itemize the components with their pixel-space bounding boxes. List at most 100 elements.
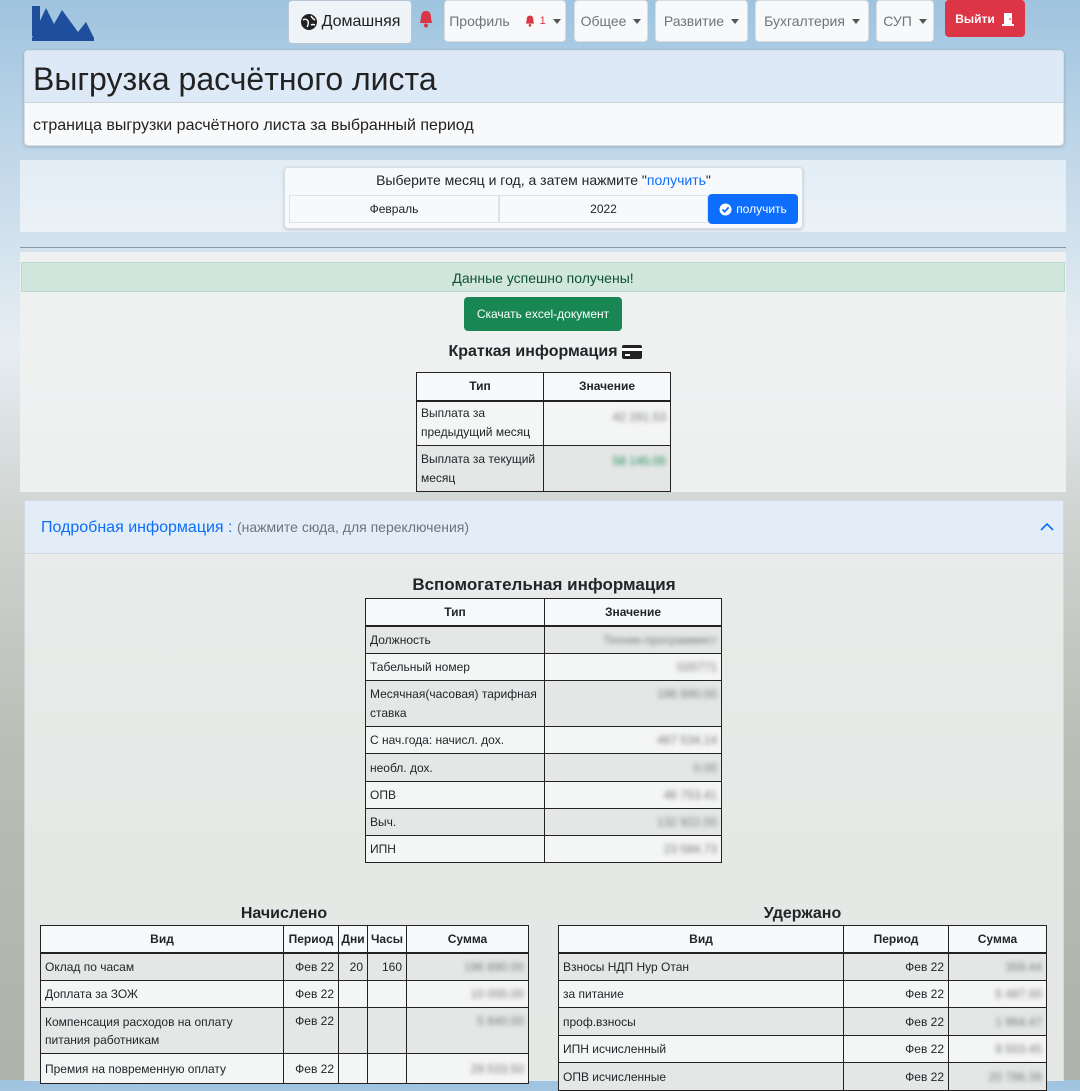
table-row: необл. дох. 0.00 bbox=[365, 753, 722, 782]
table-row: ОПВ 46 753.41 bbox=[365, 781, 722, 809]
row-value: 42 281.53 bbox=[612, 409, 666, 424]
nav-accounting-dropdown[interactable]: Бухгалтерия bbox=[755, 0, 869, 42]
row-type: Выплата за предыдущий месяц bbox=[416, 400, 544, 446]
row-type: Выч. bbox=[365, 808, 545, 836]
row-period: Фев 22 bbox=[843, 952, 949, 981]
row-type: Премия на повременную оплату bbox=[40, 1053, 284, 1084]
row-type: за питание bbox=[558, 980, 844, 1008]
row-type: Компенсация расходов на оплату питания р… bbox=[40, 1007, 284, 1054]
aux-info-table: Тип Значение Должность Техник-программист… bbox=[365, 598, 722, 863]
row-type: Месячная(часовая) тарифная ставка bbox=[365, 680, 545, 727]
row-sum: 5 840.00 bbox=[477, 1014, 524, 1028]
row-hours: 160 bbox=[367, 952, 407, 981]
column-header: Дни bbox=[338, 925, 368, 954]
deducted-title: Удержано bbox=[763, 905, 842, 922]
column-header: Значение bbox=[543, 372, 671, 402]
nav-profile-dropdown[interactable]: Профиль 1 bbox=[444, 0, 566, 42]
short-info-heading: Краткая информация bbox=[420, 343, 670, 361]
profile-notification-count: 1 bbox=[539, 15, 546, 27]
row-sum: 29 533.50 bbox=[470, 1061, 524, 1076]
download-excel-button[interactable]: Скачать excel-документ bbox=[464, 297, 622, 331]
row-period: Фев 22 bbox=[843, 1062, 949, 1091]
nav-home-button[interactable]: Домашняя bbox=[288, 0, 412, 44]
notification-bell-icon[interactable] bbox=[418, 10, 436, 30]
details-toggle[interactable]: Подробная информация : (нажмите сюда, дл… bbox=[25, 501, 1063, 554]
row-type: Доплата за ЗОЖ bbox=[40, 980, 284, 1008]
row-period: Фев 22 bbox=[843, 980, 949, 1008]
page-title: Выгрузка расчётного листа bbox=[25, 51, 1063, 103]
row-sum: 359.44 bbox=[1005, 959, 1042, 974]
row-type: Оклад по часам bbox=[40, 952, 284, 981]
table-row: Выч. 132 922.00 bbox=[365, 808, 722, 836]
row-type: С нач.года: начисл. дох. bbox=[365, 726, 545, 754]
chevron-up-icon bbox=[1040, 522, 1054, 531]
row-value: 196 890.00 bbox=[656, 687, 717, 701]
row-hours bbox=[367, 1007, 407, 1054]
row-period: Фев 22 bbox=[283, 980, 339, 1008]
table-row: Премия на повременную оплату Фев 22 29 533… bbox=[40, 1053, 529, 1084]
company-logo[interactable] bbox=[30, 2, 96, 42]
table-row: за питание Фев 22 5 487.00 bbox=[558, 980, 1047, 1008]
chevron-down-icon bbox=[731, 18, 740, 24]
globe-icon bbox=[300, 14, 317, 30]
table-row: Выплата за предыдущий месяц 42 281.53 bbox=[416, 400, 671, 446]
row-type: ОПВ bbox=[365, 781, 545, 809]
nav-development-label: Развитие bbox=[663, 13, 725, 29]
column-header: Тип bbox=[365, 598, 545, 627]
details-label: Подробная информация : bbox=[41, 519, 233, 536]
nav-sup-dropdown[interactable]: СУП bbox=[876, 0, 934, 42]
column-header: Вид bbox=[558, 925, 844, 954]
section-divider bbox=[20, 247, 1066, 248]
row-type: Должность bbox=[365, 625, 545, 654]
row-sum: 5 487.00 bbox=[995, 987, 1042, 1001]
table-row: Доплата за ЗОЖ Фев 22 10 000.00 bbox=[40, 980, 529, 1008]
year-select[interactable]: 2022 bbox=[499, 195, 708, 223]
table-row: С нач.года: начисл. дох. 467 534.14 bbox=[365, 726, 722, 754]
nav-home-label: Домашняя bbox=[321, 13, 401, 30]
table-row: ИПН 23 584.73 bbox=[365, 835, 722, 863]
row-value: 467 534.14 bbox=[656, 733, 717, 747]
row-type: проф.взносы bbox=[558, 1007, 844, 1036]
logout-button[interactable]: Выйти bbox=[945, 0, 1025, 37]
short-info-title: Краткая информация bbox=[448, 343, 618, 360]
row-period: Фев 22 bbox=[283, 1053, 339, 1084]
table-row: Выплата за текущий месяц 58 145.05 bbox=[416, 445, 671, 492]
logout-label: Выйти bbox=[955, 11, 995, 26]
row-days bbox=[338, 1053, 368, 1084]
row-period: Фев 22 bbox=[843, 1035, 949, 1063]
table-row: Оклад по часам Фев 22 20 160 196 890.00 bbox=[40, 952, 529, 981]
row-sum: 9 503.45 bbox=[995, 1042, 1042, 1056]
get-payslip-button[interactable]: получить bbox=[708, 194, 798, 224]
row-type: ОПВ исчисленные bbox=[558, 1062, 844, 1091]
success-alert: Данные успешно получены! bbox=[21, 262, 1065, 292]
row-value: Техник-программист bbox=[603, 632, 717, 647]
row-hours bbox=[367, 1053, 407, 1084]
nav-accounting-label: Бухгалтерия bbox=[764, 13, 845, 29]
table-row: Должность Техник-программист bbox=[365, 625, 722, 654]
nav-general-dropdown[interactable]: Общее bbox=[574, 0, 648, 42]
short-info-table: Тип Значение Выплата за предыдущий месяц… bbox=[416, 372, 671, 492]
picker-hint-prefix: Выберите месяц и год, а затем нажмите " bbox=[376, 172, 647, 188]
row-type: ИПН исчисленный bbox=[558, 1035, 844, 1063]
column-header: Сумма bbox=[406, 925, 529, 954]
row-period: Фев 22 bbox=[843, 1007, 949, 1036]
aux-info-title: Вспомогательная информация bbox=[412, 575, 676, 594]
row-hours bbox=[367, 980, 407, 1008]
column-header: Период bbox=[843, 925, 949, 954]
row-sum: 20 786.39 bbox=[988, 1069, 1042, 1084]
column-header: Значение bbox=[544, 598, 722, 627]
row-period: Фев 22 bbox=[283, 952, 339, 981]
row-value: 46 753.41 bbox=[663, 788, 717, 802]
nav-development-dropdown[interactable]: Развитие bbox=[655, 0, 748, 42]
month-select[interactable]: Февраль bbox=[289, 195, 499, 223]
details-hint: (нажмите сюда, для переключения) bbox=[236, 519, 470, 535]
row-days bbox=[338, 1007, 368, 1054]
row-days bbox=[338, 980, 368, 1008]
chevron-down-icon bbox=[552, 18, 561, 24]
row-value: 132 922.00 bbox=[656, 815, 717, 829]
table-row: Компенсация расходов на оплату питания р… bbox=[40, 1007, 529, 1054]
row-value: 23 584.73 bbox=[663, 842, 717, 856]
row-value: 0.00 bbox=[693, 760, 717, 775]
door-exit-icon bbox=[1001, 12, 1014, 26]
page-subtitle: страница выгрузки расчётного листа за вы… bbox=[33, 117, 474, 134]
